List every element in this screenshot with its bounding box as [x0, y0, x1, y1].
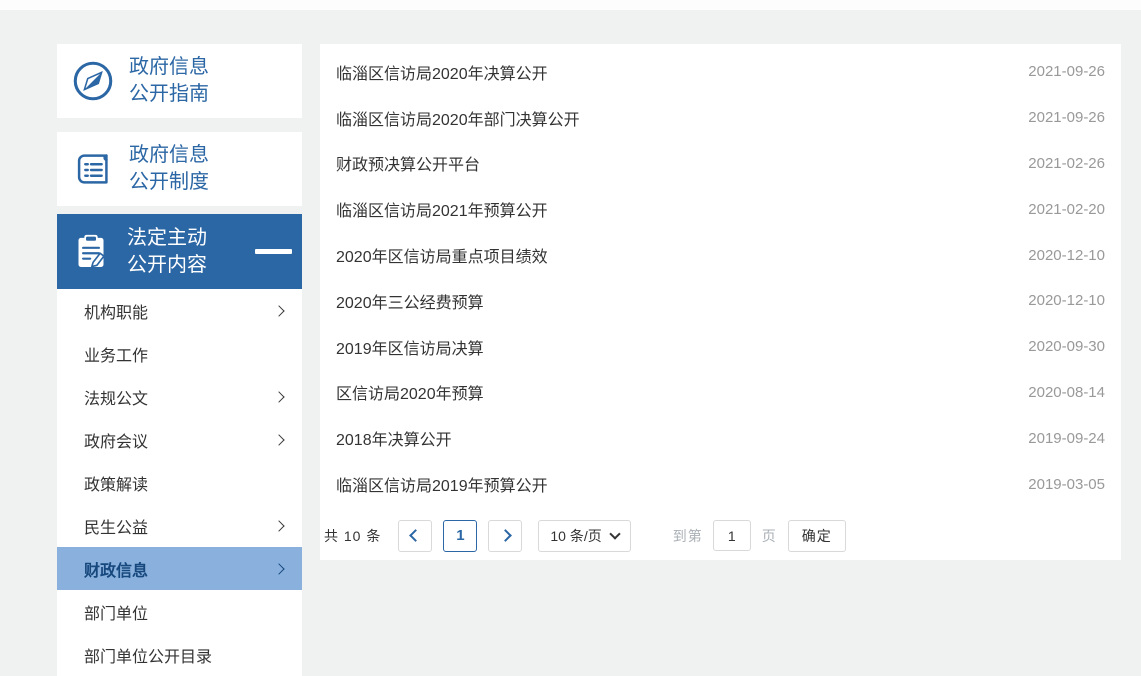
- article-link[interactable]: 财政预决算公开平台: [336, 151, 1008, 175]
- rulebook-icon: [70, 146, 116, 192]
- article-date: 2019-09-24: [1028, 430, 1105, 447]
- article-link[interactable]: 临淄区信访局2019年预算公开: [336, 472, 1008, 496]
- sidebar-item-label: 部门单位公开目录: [84, 643, 275, 667]
- sidebar-item-label: 财政信息: [84, 557, 275, 581]
- pagination: 共 10 条 1 10 条/页 到第 页 确定: [320, 520, 1121, 552]
- chevron-right-icon: [499, 530, 512, 543]
- list-item: 2020年三公经费预算 2020-12-10: [320, 278, 1121, 324]
- chevron-right-icon: [273, 305, 284, 316]
- sidebar-item[interactable]: 部门单位: [57, 590, 302, 633]
- sidebar-link-label: 政府信息 公开制度: [129, 142, 209, 196]
- total-count-label: 共 10 条: [324, 526, 381, 546]
- article-date: 2020-12-10: [1028, 292, 1105, 309]
- list-item: 2018年决算公开 2019-09-24: [320, 415, 1121, 461]
- page-background: 政府信息 公开指南 政府信息 公开制度: [0, 0, 1141, 676]
- sidebar-item[interactable]: 政策解读: [57, 461, 302, 504]
- list-item: 临淄区信访局2019年预算公开 2019-03-05: [320, 461, 1121, 507]
- sidebar-item-label: 政府会议: [84, 428, 275, 452]
- article-link[interactable]: 2020年三公经费预算: [336, 289, 1008, 313]
- compass-icon: [70, 58, 116, 104]
- article-date: 2020-08-14: [1028, 384, 1105, 401]
- article-link[interactable]: 临淄区信访局2020年部门决算公开: [336, 106, 1008, 130]
- sidebar-section-statutory-disclosure[interactable]: 法定主动 公开内容: [57, 214, 302, 289]
- article-link[interactable]: 2020年区信访局重点项目绩效: [336, 243, 1008, 267]
- confirm-button[interactable]: 确定: [788, 520, 846, 552]
- article-link[interactable]: 区信访局2020年预算: [336, 380, 1008, 404]
- chevron-right-icon: [273, 563, 284, 574]
- article-list-panel: 临淄区信访局2020年决算公开 2021-09-26 临淄区信访局2020年部门…: [320, 44, 1121, 560]
- page-number-button[interactable]: 1: [443, 520, 477, 552]
- article-date: 2021-02-26: [1028, 155, 1105, 172]
- article-list: 临淄区信访局2020年决算公开 2021-09-26 临淄区信访局2020年部门…: [320, 44, 1121, 507]
- chevron-down-icon: [609, 528, 620, 539]
- article-date: 2021-09-26: [1028, 109, 1105, 126]
- sidebar: 政府信息 公开指南 政府信息 公开制度: [57, 44, 302, 676]
- next-page-button[interactable]: [488, 520, 522, 552]
- goto-suffix-label: 页: [762, 526, 776, 546]
- sidebar-item[interactable]: 民生公益: [57, 504, 302, 547]
- sidebar-item-label: 民生公益: [84, 514, 275, 538]
- goto-prefix-label: 到第: [673, 526, 703, 546]
- list-item: 临淄区信访局2020年部门决算公开 2021-09-26: [320, 95, 1121, 141]
- sidebar-item-label: 业务工作: [84, 342, 275, 366]
- article-date: 2021-09-26: [1028, 63, 1105, 80]
- chevron-right-icon: [273, 391, 284, 402]
- sidebar-item-label: 机构职能: [84, 299, 275, 323]
- sidebar-item[interactable]: 法规公文: [57, 375, 302, 418]
- list-item: 2019年区信访局决算 2020-09-30: [320, 324, 1121, 370]
- collapse-minus-icon[interactable]: [255, 249, 292, 254]
- sidebar-item[interactable]: 部门单位公开目录: [57, 633, 302, 676]
- article-link[interactable]: 2019年区信访局决算: [336, 335, 1008, 359]
- sidebar-item[interactable]: 财政信息: [57, 547, 302, 590]
- list-item: 2020年区信访局重点项目绩效 2020-12-10: [320, 232, 1121, 278]
- article-date: 2021-02-20: [1028, 201, 1105, 218]
- list-item: 临淄区信访局2021年预算公开 2021-02-20: [320, 186, 1121, 232]
- chevron-left-icon: [409, 530, 422, 543]
- sidebar-link-disclosure-guide[interactable]: 政府信息 公开指南: [57, 44, 302, 118]
- goto-page-input[interactable]: [713, 520, 751, 551]
- page-size-label: 10 条/页: [550, 526, 601, 546]
- top-strip: [0, 0, 1141, 10]
- list-item: 临淄区信访局2020年决算公开 2021-09-26: [320, 49, 1121, 95]
- article-date: 2019-03-05: [1028, 476, 1105, 493]
- article-date: 2020-12-10: [1028, 247, 1105, 264]
- article-link[interactable]: 临淄区信访局2020年决算公开: [336, 60, 1008, 84]
- sidebar-link-label: 政府信息 公开指南: [129, 54, 209, 108]
- article-link[interactable]: 2018年决算公开: [336, 426, 1008, 450]
- sidebar-link-disclosure-rules[interactable]: 政府信息 公开制度: [57, 132, 302, 206]
- list-item: 区信访局2020年预算 2020-08-14: [320, 370, 1121, 416]
- chevron-right-icon: [273, 520, 284, 531]
- sidebar-item[interactable]: 机构职能: [57, 289, 302, 332]
- article-date: 2020-09-30: [1028, 338, 1105, 355]
- sidebar-section-label: 法定主动 公开内容: [127, 225, 207, 279]
- sidebar-item[interactable]: 政府会议: [57, 418, 302, 461]
- sidebar-menu: 机构职能 业务工作 法规公文 政府会议: [57, 289, 302, 676]
- article-link[interactable]: 临淄区信访局2021年预算公开: [336, 197, 1008, 221]
- chevron-right-icon: [273, 434, 284, 445]
- list-item: 财政预决算公开平台 2021-02-26: [320, 141, 1121, 187]
- clipboard-pen-icon: [70, 231, 112, 273]
- prev-page-button[interactable]: [398, 520, 432, 552]
- sidebar-item-label: 部门单位: [84, 600, 275, 624]
- page-size-select[interactable]: 10 条/页: [538, 520, 630, 552]
- sidebar-item-label: 政策解读: [84, 471, 275, 495]
- sidebar-item[interactable]: 业务工作: [57, 332, 302, 375]
- sidebar-item-label: 法规公文: [84, 385, 275, 409]
